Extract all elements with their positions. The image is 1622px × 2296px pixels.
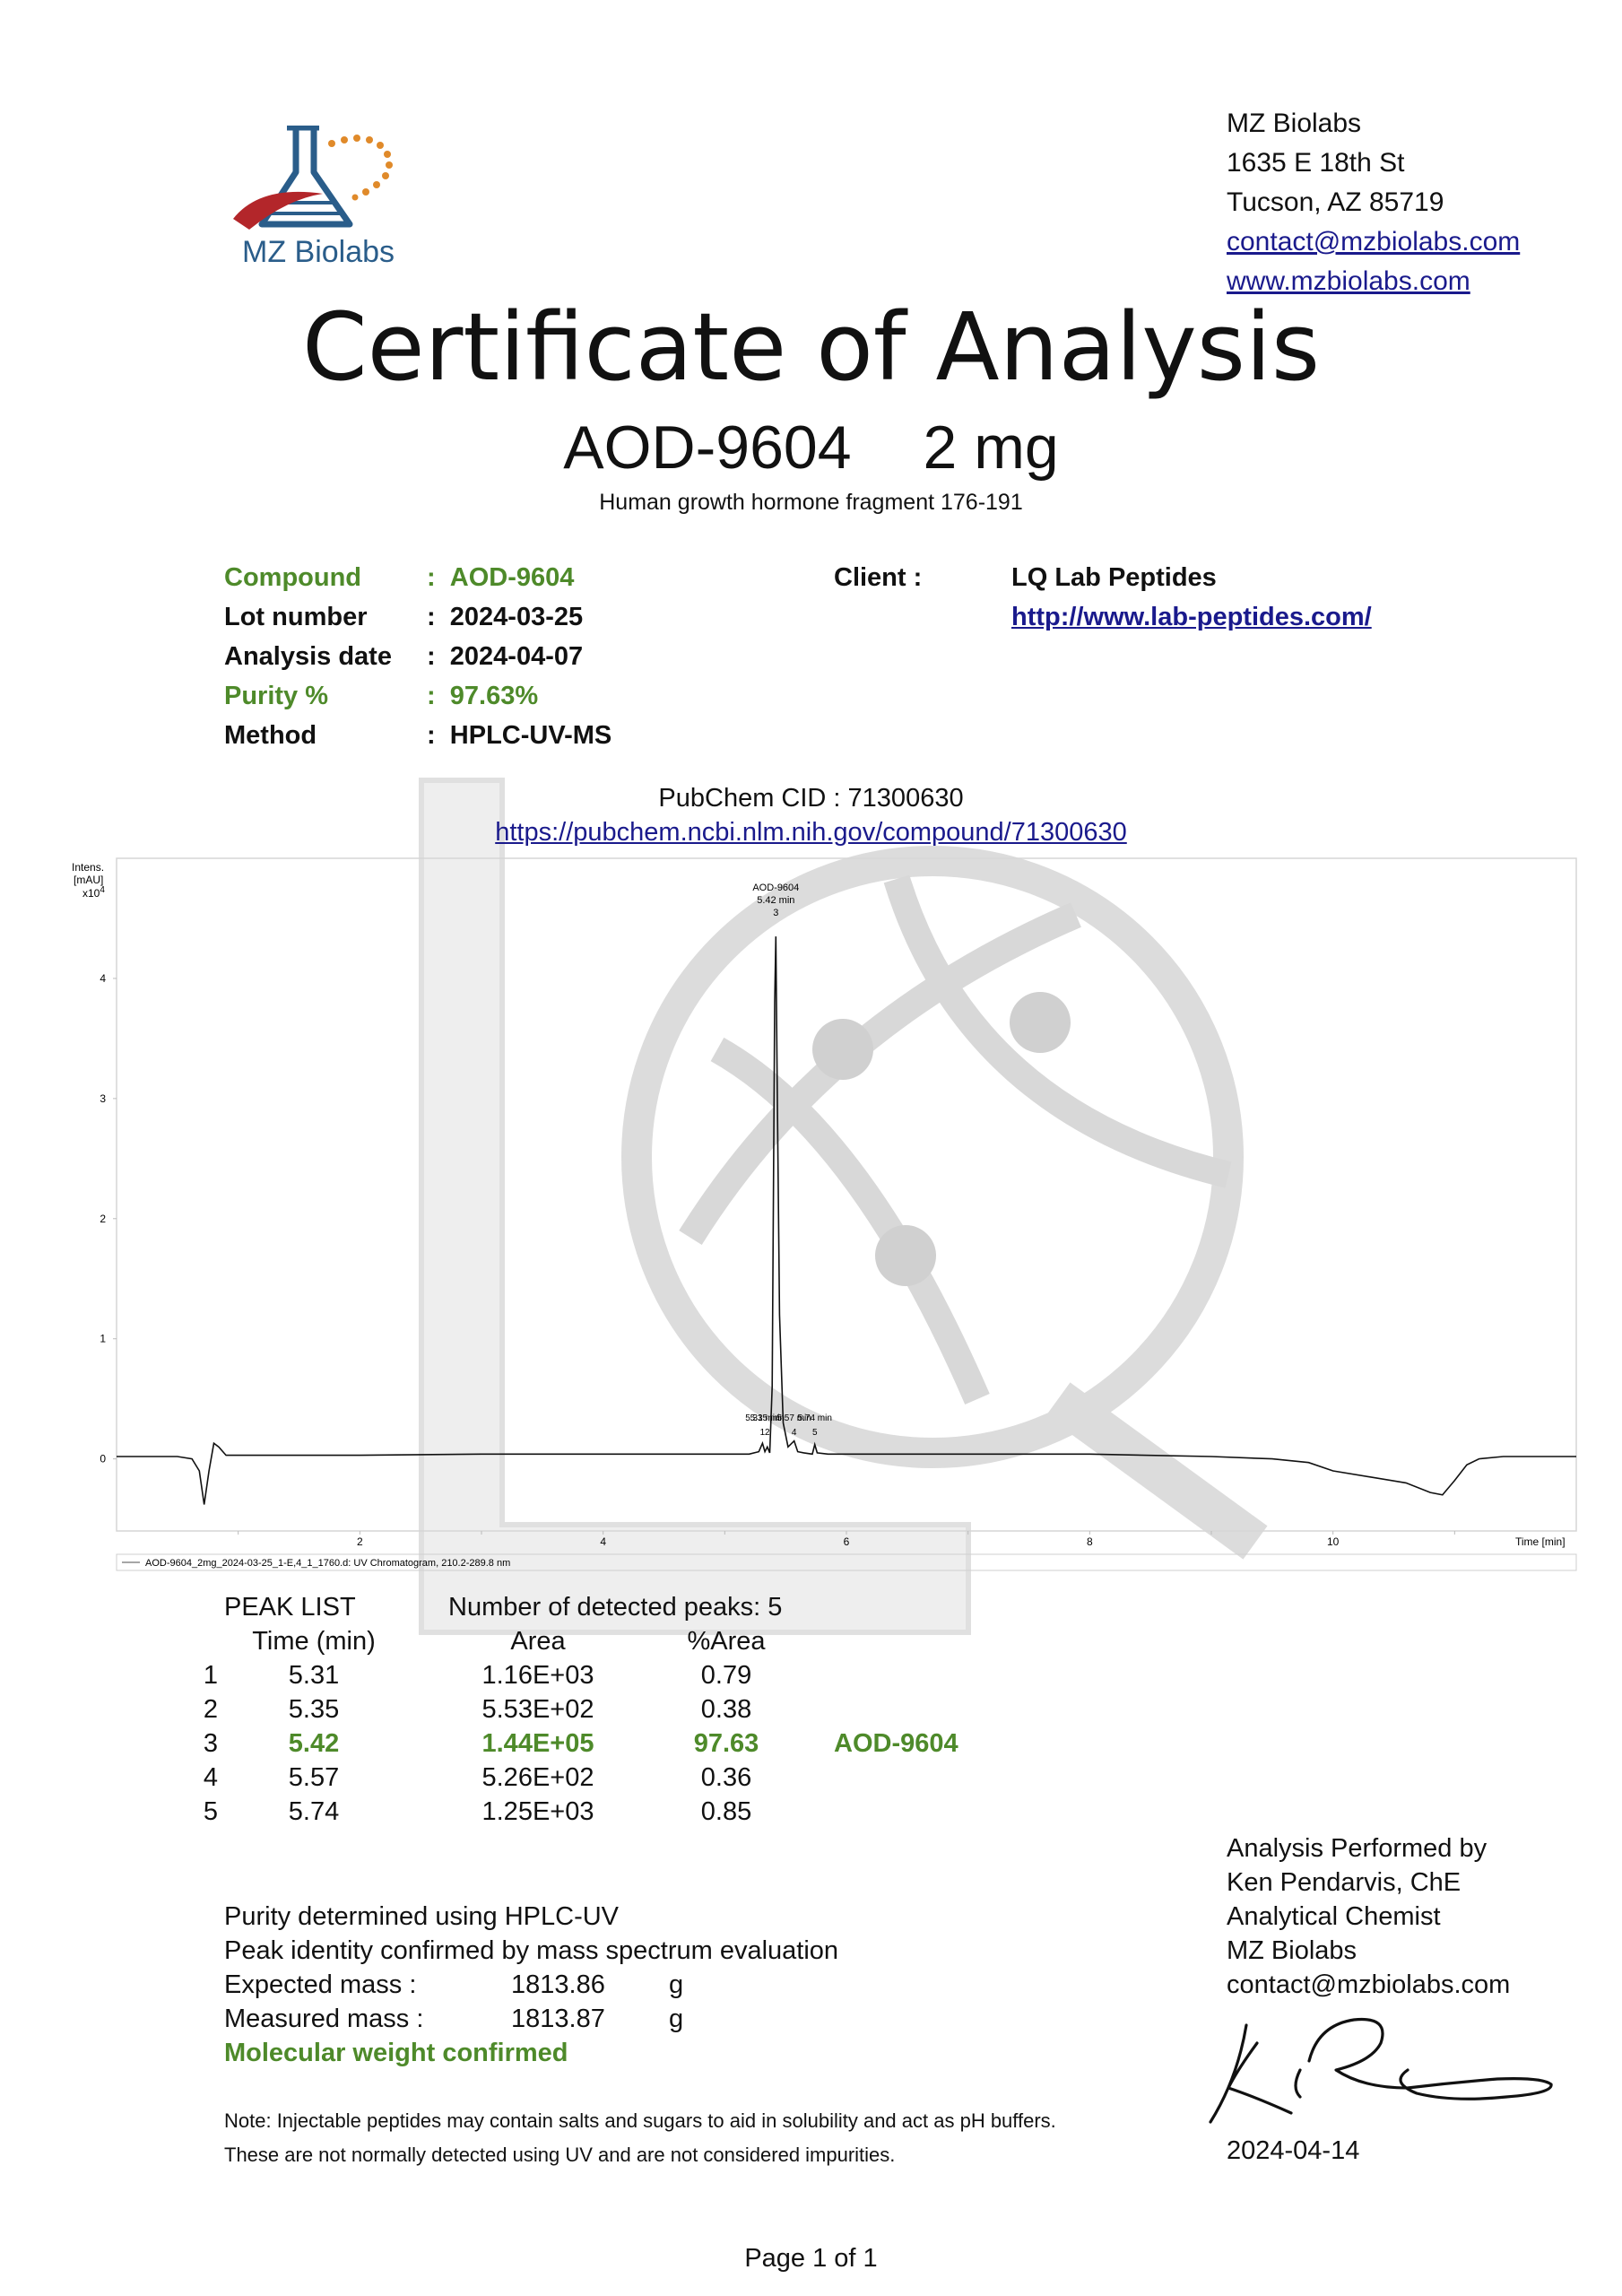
x-axis-label: Time [min] bbox=[1515, 1535, 1566, 1548]
client-name: LQ Lab Peptides bbox=[1011, 563, 1217, 592]
analyst-title: Analytical Chemist bbox=[1227, 1902, 1441, 1931]
peak-time: 5.42 bbox=[288, 1729, 340, 1758]
main-peak-label: 5.42 min bbox=[757, 895, 794, 906]
analyst-org: MZ Biolabs bbox=[1227, 1936, 1357, 1965]
peak-list-title: PEAK LIST bbox=[224, 1593, 356, 1622]
note-line: Note: Injectable peptides may contain sa… bbox=[224, 2109, 1056, 2132]
x-ticks: 2 4 6 8 10 bbox=[238, 1531, 1455, 1548]
peak-number: 3 bbox=[203, 1729, 219, 1758]
page-number: Page 1 of 1 bbox=[744, 2244, 878, 2273]
expected-mass-row: Expected mass : 1813.86 g bbox=[224, 1968, 838, 2002]
expected-mass-value: 1813.86 bbox=[511, 1970, 605, 1999]
uv-chromatogram: Intens. [mAU] x104 0 1 2 3 4 2 4 6 8 10 Time [mi… bbox=[72, 857, 1577, 1571]
peak-time: 5.31 bbox=[288, 1661, 340, 1690]
analysis-date-value: 2024-04-07 bbox=[449, 642, 584, 671]
peak-area: 1.16E+03 bbox=[481, 1661, 594, 1690]
measured-mass-value: 1813.87 bbox=[511, 2005, 605, 2033]
product-heading: AOD-9604 2 mg bbox=[0, 413, 1622, 483]
product-description: Human growth hormone fragment 176-191 bbox=[599, 490, 1023, 515]
signature bbox=[1209, 2017, 1553, 2124]
chromatogram-trace bbox=[117, 936, 1576, 1505]
y-unit-label-2: [mAU] bbox=[74, 874, 103, 886]
small-peak-number: 2 bbox=[765, 1428, 770, 1438]
client-label: Client : bbox=[834, 563, 923, 592]
purity-method-text: Purity determined using HPLC-UV bbox=[224, 1902, 620, 1931]
peak-labels: AOD-96045.42 min35.31 min15.35 min25.57 … bbox=[745, 883, 832, 1438]
peak-pct-area: 0.38 bbox=[700, 1695, 752, 1724]
analyst-name: Ken Pendarvis, ChE bbox=[1227, 1868, 1462, 1897]
address-line: Tucson, AZ 85719 bbox=[1227, 187, 1444, 217]
analyst-block: Analysis Performed by Ken Pendarvis, ChE… bbox=[1227, 1831, 1510, 2002]
pubchem-url-link[interactable]: https://pubchem.ncbi.nlm.nih.gov/compoun… bbox=[495, 818, 1127, 847]
peak-area: 5.53E+02 bbox=[481, 1695, 594, 1724]
pubchem-cid: PubChem CID : 71300630 bbox=[658, 784, 964, 813]
company-address: MZ Biolabs 1635 E 18th St Tucson, AZ 857… bbox=[1227, 104, 1520, 301]
product-name: AOD-9604 bbox=[563, 413, 852, 482]
email-link[interactable]: contact@mzbiolabs.com bbox=[1227, 227, 1520, 257]
peak-pct-area: 0.85 bbox=[700, 1797, 752, 1826]
peak-pct-area: 97.63 bbox=[693, 1729, 759, 1758]
x-tick-label: 8 bbox=[1087, 1535, 1093, 1548]
legend-entry: AOD-9604_2mg_2024-03-25_1-E,4_1_1760.d: … bbox=[145, 1558, 510, 1569]
peak-time: 5.74 bbox=[288, 1797, 340, 1826]
peak-number: 1 bbox=[203, 1661, 219, 1690]
small-peak-label: 5.74 min bbox=[798, 1413, 832, 1423]
pubchem-url-wrap: https://pubchem.ncbi.nlm.nih.gov/compoun… bbox=[0, 818, 1622, 848]
small-peak-number: 5 bbox=[812, 1428, 818, 1438]
address-line: MZ Biolabs bbox=[1227, 109, 1362, 138]
note: Note: Injectable peptides may contain sa… bbox=[224, 2104, 1056, 2172]
x-tick-label: 4 bbox=[600, 1535, 606, 1548]
peak-area: 1.25E+03 bbox=[481, 1797, 594, 1826]
col-header-pct-area: %Area bbox=[687, 1627, 766, 1656]
x-tick-label: 6 bbox=[844, 1535, 850, 1548]
lot-value: 2024-03-25 bbox=[449, 603, 584, 631]
document-title: Certificate of Analysis bbox=[301, 292, 1321, 402]
peak-area: 1.44E+05 bbox=[481, 1729, 594, 1758]
col-header-time: Time (min) bbox=[252, 1627, 376, 1656]
col-header-area: Area bbox=[510, 1627, 566, 1656]
peak-number: 5 bbox=[203, 1797, 219, 1826]
y-tick-label: 4 bbox=[100, 972, 106, 985]
plot-frame bbox=[116, 857, 1577, 1532]
identity-method-text: Peak identity confirmed by mass spectrum… bbox=[224, 1936, 839, 1965]
signature-date: 2024-04-14 bbox=[1227, 2136, 1360, 2165]
client-url-link[interactable]: http://www.lab-peptides.com/ bbox=[1011, 597, 1372, 637]
y-tick-label: 2 bbox=[100, 1213, 106, 1225]
y-tick-label: 3 bbox=[100, 1092, 106, 1105]
analyst-email: contact@mzbiolabs.com bbox=[1227, 1970, 1511, 1999]
purity-value: 97.63% bbox=[449, 682, 539, 710]
y-tick-label: 1 bbox=[100, 1333, 106, 1345]
x-tick-label: 2 bbox=[357, 1535, 363, 1548]
peak-time: 5.57 bbox=[288, 1763, 340, 1792]
mass-table: Expected mass : 1813.86 g Measured mass … bbox=[224, 1968, 838, 2036]
note-line: These are not normally detected using UV… bbox=[224, 2144, 896, 2166]
logo-text: MZ Biolabs bbox=[242, 235, 395, 269]
y-ticks: 0 1 2 3 4 bbox=[100, 972, 117, 1465]
main-peak-label: 3 bbox=[773, 908, 778, 918]
peak-pct-area: 0.36 bbox=[700, 1763, 752, 1792]
measured-mass-row: Measured mass : 1813.87 g bbox=[224, 2002, 838, 2036]
peak-number: 2 bbox=[203, 1695, 219, 1724]
method-value: HPLC-UV-MS bbox=[449, 721, 612, 750]
peak-area: 5.26E+02 bbox=[481, 1763, 594, 1792]
product-amount: 2 mg bbox=[923, 413, 1059, 482]
y-multiplier: x104 bbox=[82, 885, 105, 900]
compound-value: AOD-9604 bbox=[449, 563, 575, 592]
address-line: 1635 E 18th St bbox=[1227, 148, 1405, 178]
peak-count: Number of detected peaks: 5 bbox=[448, 1593, 783, 1622]
y-tick-label: 0 bbox=[100, 1453, 106, 1465]
x-tick-label: 10 bbox=[1327, 1535, 1340, 1548]
peak-number: 4 bbox=[203, 1763, 219, 1792]
analyst-heading: Analysis Performed by bbox=[1227, 1834, 1488, 1863]
confirmation-text: Molecular weight confirmed bbox=[224, 2039, 568, 2067]
small-peak-number: 4 bbox=[792, 1428, 797, 1438]
peak-time: 5.35 bbox=[288, 1695, 340, 1724]
peak-pct-area: 0.79 bbox=[700, 1661, 752, 1690]
y-unit-label-1: Intens. bbox=[72, 861, 104, 874]
main-peak-label: AOD-9604 bbox=[752, 883, 799, 893]
results-section: Purity determined using HPLC-UV Peak ide… bbox=[224, 1900, 838, 2070]
peak-name: AOD-9604 bbox=[834, 1729, 958, 1758]
